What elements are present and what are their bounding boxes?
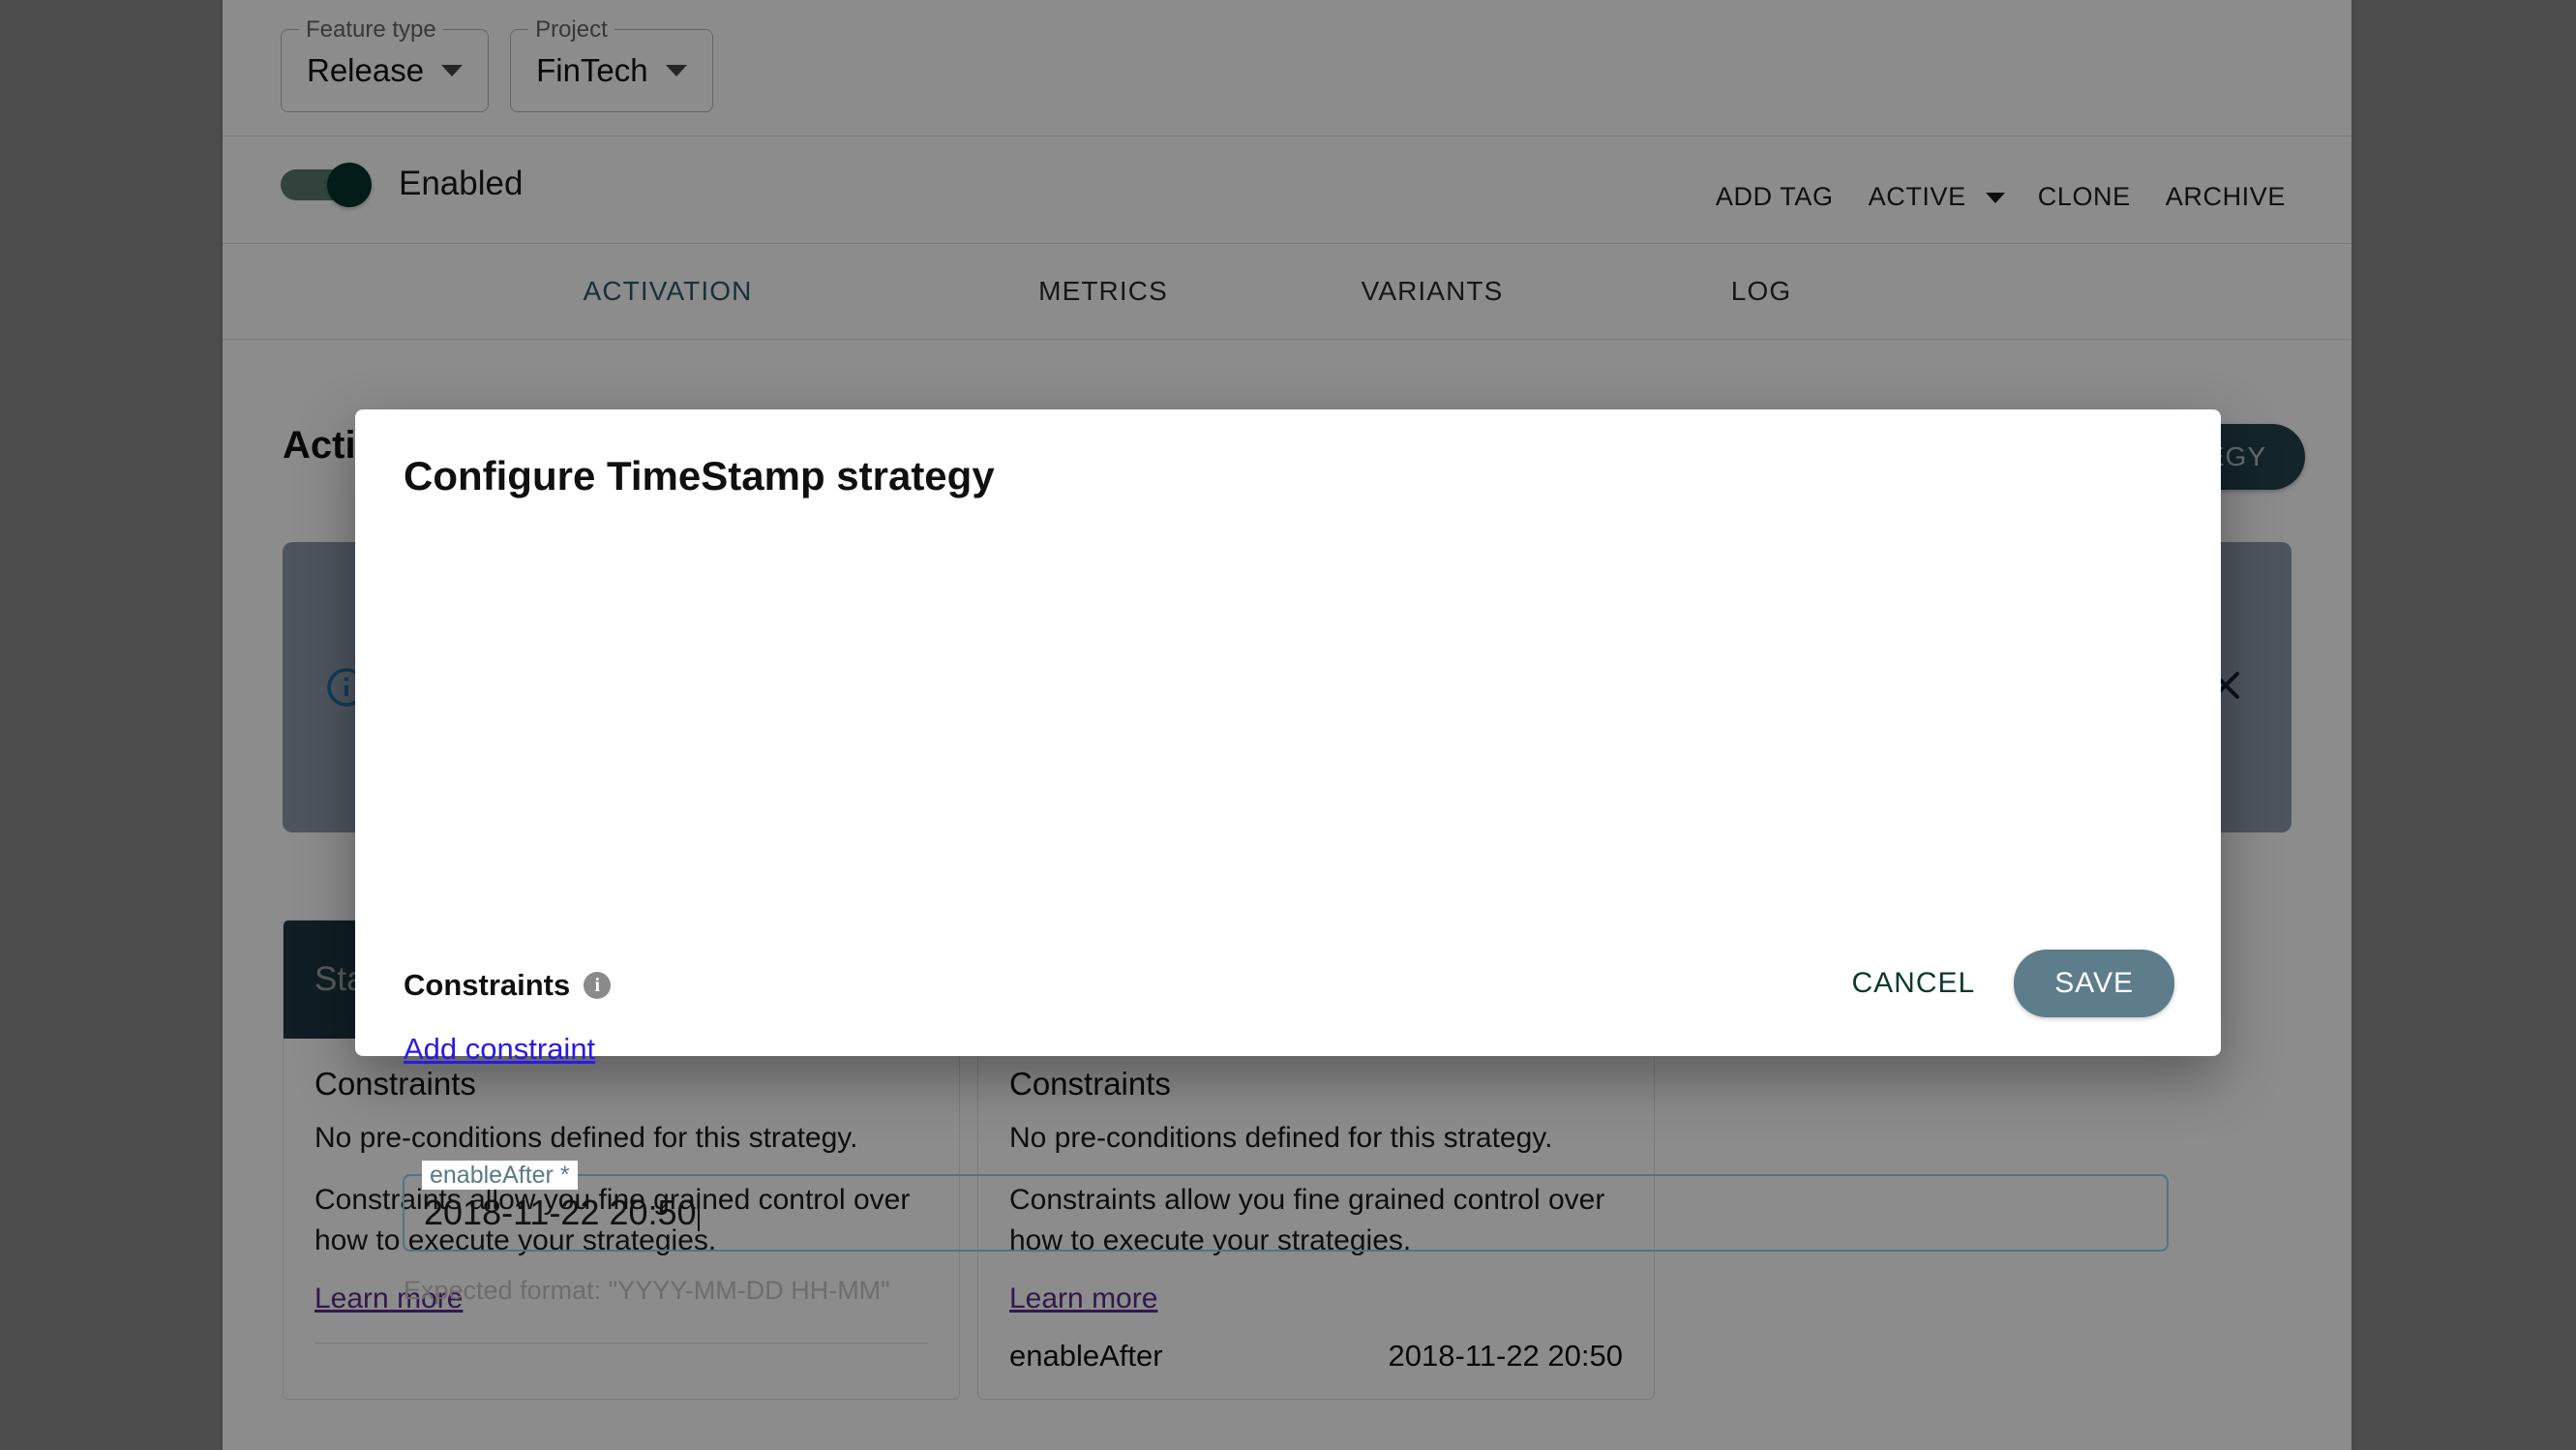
add-constraint-link[interactable]: Add constraint <box>404 1032 595 1067</box>
enable-after-field[interactable]: enableAfter * 2018-11-22 20:50 <box>403 1161 2169 1252</box>
dialog-title: Configure TimeStamp strategy <box>404 453 995 498</box>
enable-after-value: 2018-11-22 20:50 <box>424 1193 697 1232</box>
save-button[interactable]: SAVE <box>2014 950 2174 1017</box>
screen: Feature type Release Project FinTech Ena… <box>0 0 2576 1450</box>
info-icon[interactable]: i <box>584 972 612 999</box>
cancel-button[interactable]: CANCEL <box>1830 953 1996 1013</box>
configure-strategy-dialog: Configure TimeStamp strategy Constraints… <box>355 409 2221 1305</box>
dialog-actions: CANCEL SAVE <box>1830 950 2174 1017</box>
enable-after-input[interactable]: 2018-11-22 20:50 <box>424 1176 700 1250</box>
constraints-label: Constraints <box>404 968 571 1002</box>
field-helper-text: Expected format: "YYYY-MM-DD HH-MM" <box>404 1276 890 1305</box>
text-cursor <box>697 1193 700 1231</box>
constraints-section-header: Constraints i <box>404 968 612 1003</box>
